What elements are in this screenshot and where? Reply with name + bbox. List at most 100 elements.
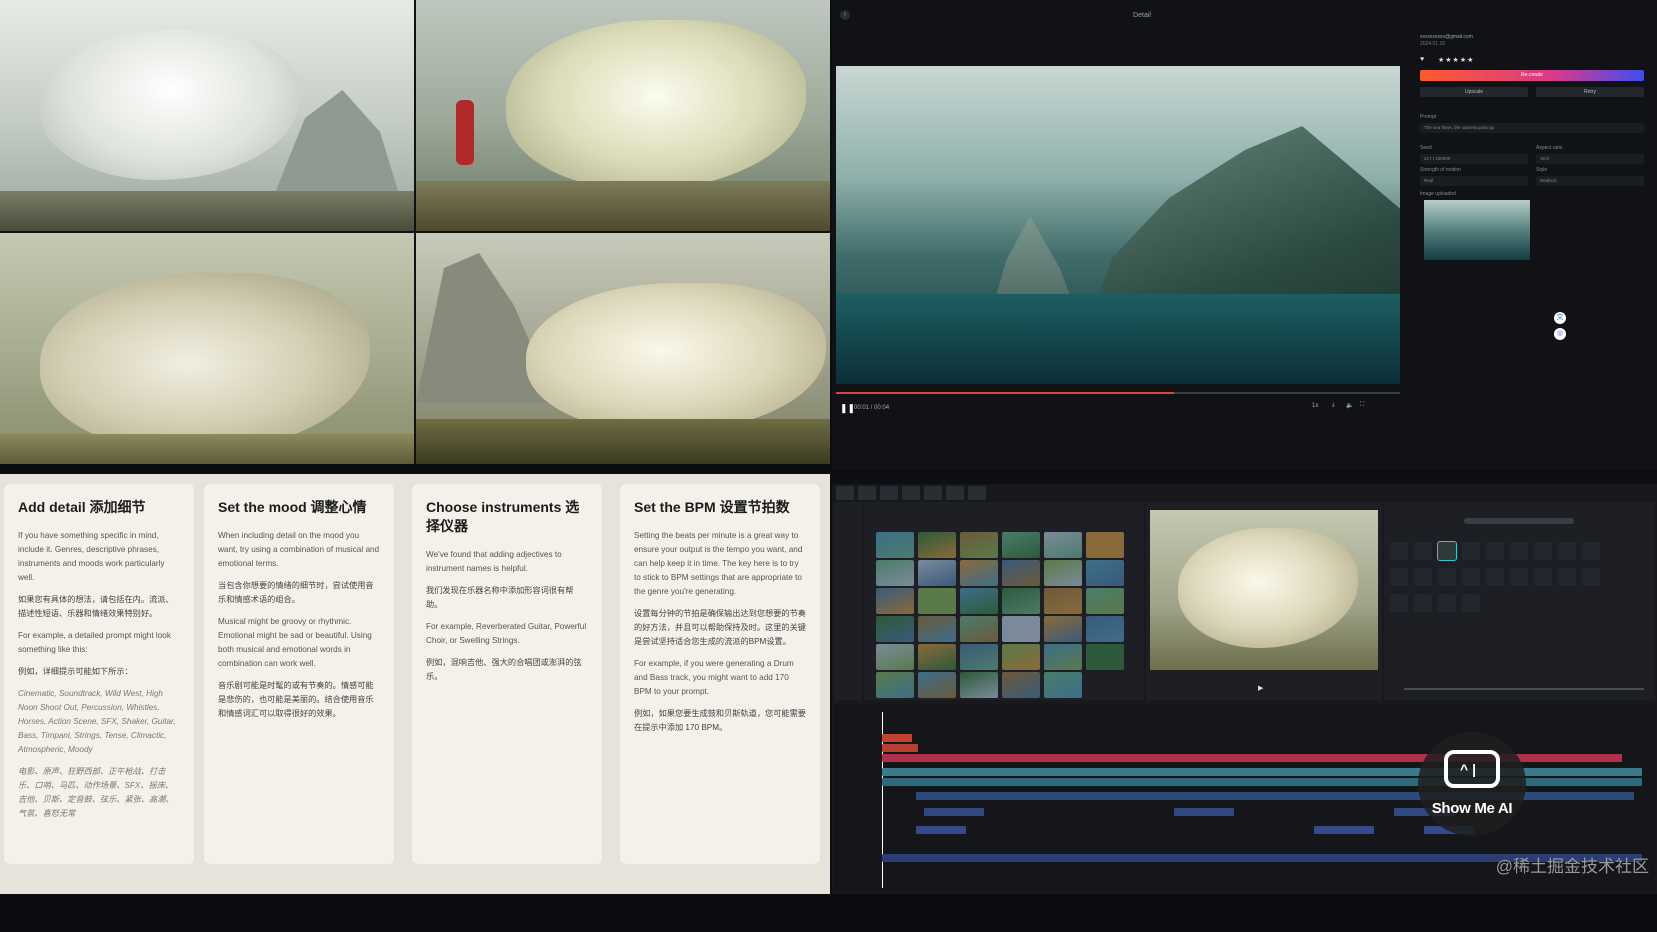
pause-icon[interactable]: ❚❚ [840,403,855,414]
transition-option[interactable] [1558,568,1576,586]
media-thumbnail[interactable] [1002,588,1040,614]
media-thumbnail[interactable] [918,560,956,586]
style-field[interactable]: Realistic [1536,176,1644,186]
rating-stars[interactable]: ★★★★★ [1438,56,1474,64]
transition-option[interactable] [1414,594,1432,612]
media-thumbnail[interactable] [1086,588,1124,614]
media-thumbnail[interactable] [1044,588,1082,614]
transition-option[interactable] [1486,568,1504,586]
transition-option[interactable] [1486,542,1504,560]
media-thumbnail[interactable] [960,644,998,670]
media-thumbnail[interactable] [918,532,956,558]
translate-icon[interactable]: 文 [1554,312,1566,324]
strength-field[interactable]: Real [1420,176,1528,186]
media-thumbnail[interactable] [918,588,956,614]
timeline-clip[interactable] [924,808,984,816]
effects-tool-icon[interactable] [924,486,942,500]
media-thumbnail[interactable] [1086,560,1124,586]
phoenix-image-1[interactable] [0,0,414,231]
transition-option[interactable] [1534,568,1552,586]
play-icon[interactable]: ▶ [1258,684,1263,692]
media-thumbnail[interactable] [876,560,914,586]
speed-icon[interactable]: 1x [1312,403,1318,409]
media-thumbnail[interactable] [918,616,956,642]
media-thumbnail[interactable] [918,644,956,670]
fullscreen-icon[interactable]: ⛶ [1360,402,1364,409]
transition-option[interactable] [1462,568,1480,586]
media-thumbnail[interactable] [876,672,914,698]
duration-slider[interactable] [1404,688,1644,690]
audio-tool-icon[interactable] [858,486,876,500]
transition-option[interactable] [1558,542,1576,560]
transition-option[interactable] [1437,541,1457,561]
transition-option[interactable] [1462,542,1480,560]
media-thumbnail[interactable] [1002,644,1040,670]
transition-option[interactable] [1534,542,1552,560]
media-thumbnail[interactable] [1044,560,1082,586]
seed-field[interactable]: 217 / 100000 [1420,154,1528,164]
transition-option[interactable] [1462,594,1480,612]
transition-option[interactable] [1414,568,1432,586]
media-thumbnail[interactable] [1002,672,1040,698]
transition-option[interactable] [1582,568,1600,586]
timeline-clip[interactable] [1314,826,1374,834]
phoenix-image-3[interactable] [0,233,414,464]
upscale-button[interactable]: Upscale [1420,87,1528,97]
media-thumbnail[interactable] [960,588,998,614]
transition-option[interactable] [1390,568,1408,586]
timeline-clip[interactable] [882,734,912,742]
properties-tab-bar[interactable] [1464,518,1574,524]
transition-option[interactable] [1510,542,1528,560]
preview-frame[interactable] [1150,510,1378,670]
timeline-clip[interactable] [1174,808,1234,816]
transition-option[interactable] [1582,542,1600,560]
phoenix-image-2[interactable] [416,0,830,231]
video-player[interactable] [836,66,1400,384]
retry-button[interactable]: Retry [1536,87,1644,97]
timeline-clip[interactable] [916,826,966,834]
transition-option[interactable] [1510,568,1528,586]
transition-option[interactable] [1438,594,1456,612]
media-tool-icon[interactable] [836,486,854,500]
media-thumbnail[interactable] [876,588,914,614]
transition-option[interactable] [1414,542,1432,560]
media-thumbnail[interactable] [876,616,914,642]
media-thumbnail[interactable] [1086,616,1124,642]
uploaded-image-thumb[interactable] [1424,200,1530,260]
media-thumbnail[interactable] [1044,532,1082,558]
media-thumbnail[interactable] [876,644,914,670]
filter-tool-icon[interactable] [968,486,986,500]
media-thumbnail[interactable] [1002,616,1040,642]
transition-option[interactable] [1438,568,1456,586]
timeline-clip[interactable] [882,744,918,752]
media-thumbnail[interactable] [1002,560,1040,586]
timeline-clip[interactable] [882,768,1642,776]
media-thumbnail[interactable] [960,560,998,586]
media-thumbnail[interactable] [960,532,998,558]
text-tool-icon[interactable] [880,486,898,500]
sticker-tool-icon[interactable] [902,486,920,500]
media-thumbnail[interactable] [1044,616,1082,642]
timeline-clip[interactable] [916,792,1336,800]
transition-option[interactable] [1390,594,1408,612]
timeline-clip[interactable] [882,778,1642,786]
media-thumbnail[interactable] [960,672,998,698]
media-thumbnail[interactable] [1086,644,1124,670]
aspect-field[interactable]: 16:9 [1536,154,1644,164]
media-thumbnail[interactable] [1044,644,1082,670]
media-thumbnail[interactable] [960,616,998,642]
phoenix-image-4[interactable] [416,233,830,464]
recreate-button[interactable]: Re-create [1420,70,1644,81]
media-thumbnail[interactable] [1044,672,1082,698]
volume-icon[interactable]: 🔈 [1346,402,1353,409]
media-thumbnail[interactable] [918,672,956,698]
transition-option[interactable] [1390,542,1408,560]
download-icon[interactable]: ⤓ [1332,402,1335,409]
transition-tool-icon[interactable] [946,486,964,500]
media-thumbnail[interactable] [1086,532,1124,558]
media-thumbnail[interactable] [876,532,914,558]
prompt-field[interactable]: The sea flows, the camera pans up [1420,123,1644,133]
heart-icon[interactable]: ♥ [1420,56,1424,63]
media-thumbnail[interactable] [1002,532,1040,558]
assistant-icon[interactable]: ◎ [1554,328,1566,340]
